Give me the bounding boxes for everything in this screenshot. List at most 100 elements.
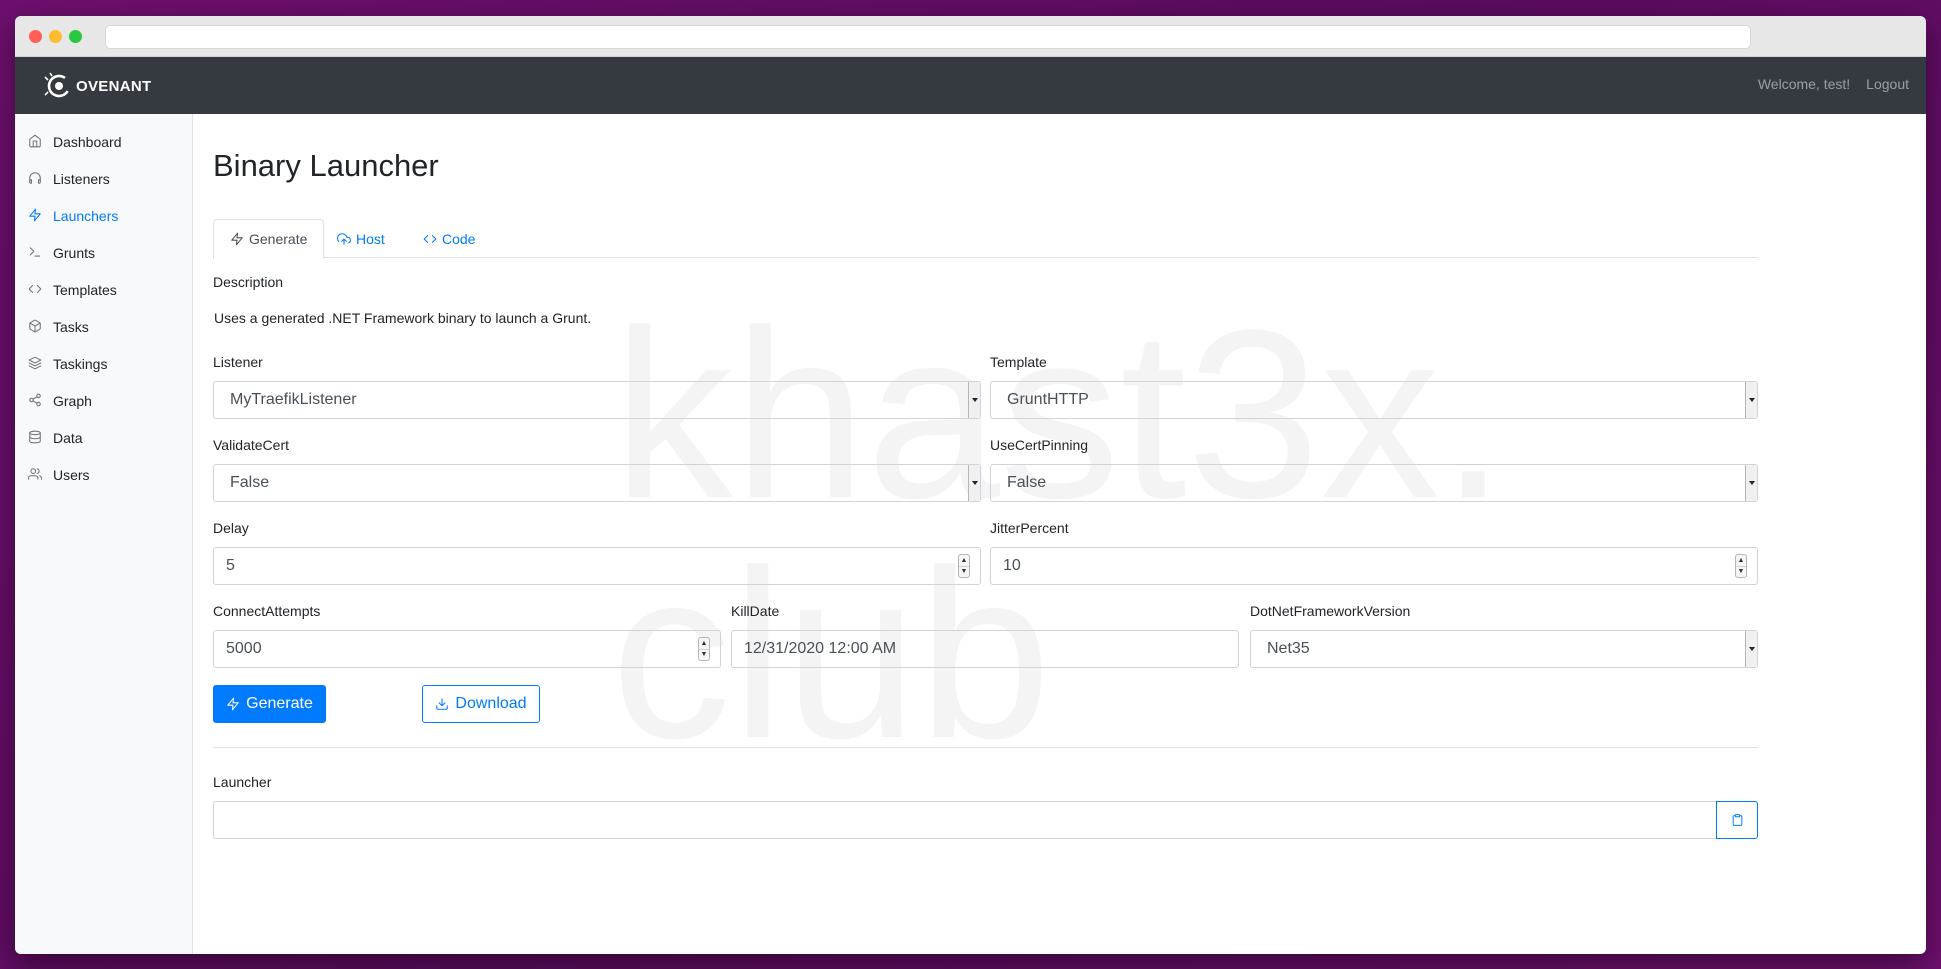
description-text: Uses a generated .NET Framework binary t… bbox=[214, 310, 592, 326]
number-spinner[interactable]: ▲ ▼ bbox=[958, 554, 970, 578]
code-icon bbox=[28, 282, 44, 298]
tab-label: Code bbox=[442, 230, 476, 247]
chevron-down-icon bbox=[968, 382, 980, 418]
validate-cert-select[interactable]: False bbox=[213, 464, 981, 502]
zap-icon bbox=[227, 697, 239, 711]
download-icon bbox=[436, 698, 449, 710]
code-icon bbox=[423, 234, 437, 243]
launcher-tabs: Generate Host Code bbox=[213, 219, 1758, 259]
zap-icon bbox=[28, 208, 44, 224]
generate-button[interactable]: Generate bbox=[213, 685, 326, 723]
sidebar-item-tasks[interactable]: Tasks bbox=[15, 308, 192, 345]
use-cert-pinning-value: False bbox=[1007, 474, 1047, 491]
browser-window: OVENANT Welcome, test! Logout Dashboard … bbox=[15, 16, 1926, 954]
page-title: Binary Launcher bbox=[213, 148, 439, 183]
sidebar-item-label: Templates bbox=[53, 281, 117, 298]
tab-code[interactable]: Code bbox=[407, 219, 491, 258]
sidebar-item-listeners[interactable]: Listeners bbox=[15, 160, 192, 197]
template-select[interactable]: GruntHTTP bbox=[990, 381, 1758, 419]
jitter-percent-label: JitterPercent bbox=[990, 520, 1069, 536]
terminal-icon bbox=[28, 245, 44, 261]
database-icon bbox=[28, 430, 44, 446]
sidebar-item-grunts[interactable]: Grunts bbox=[15, 234, 192, 271]
cloud-upload-icon bbox=[337, 232, 351, 245]
sidebar-item-label: Grunts bbox=[53, 244, 96, 261]
sidebar-item-label: Taskings bbox=[53, 355, 108, 372]
chevron-down-icon bbox=[1745, 631, 1757, 667]
home-icon bbox=[28, 134, 44, 150]
number-spinner[interactable]: ▲ ▼ bbox=[1735, 554, 1747, 578]
listener-value: MyTraefikListener bbox=[230, 391, 357, 408]
layers-icon bbox=[28, 356, 44, 372]
template-value: GruntHTTP bbox=[1007, 391, 1089, 408]
sidebar-item-taskings[interactable]: Taskings bbox=[15, 345, 192, 382]
validate-cert-label: ValidateCert bbox=[213, 437, 290, 453]
kill-date-label: KillDate bbox=[731, 603, 780, 619]
share-icon bbox=[28, 393, 44, 409]
listener-select[interactable]: MyTraefikListener bbox=[213, 381, 981, 419]
connect-attempts-label: ConnectAttempts bbox=[213, 603, 321, 619]
launcher-label: Launcher bbox=[213, 774, 272, 790]
jitter-percent-input[interactable]: 10 ▲ ▼ bbox=[990, 547, 1758, 585]
brand[interactable]: OVENANT bbox=[44, 71, 151, 101]
sidebar-item-data[interactable]: Data bbox=[15, 419, 192, 456]
kill-date-value: 12/31/2020 12:00 AM bbox=[744, 640, 897, 657]
brand-text: OVENANT bbox=[76, 77, 152, 95]
jitter-percent-value: 10 bbox=[1003, 557, 1021, 574]
covenant-logo-icon bbox=[44, 72, 71, 98]
delay-label: Delay bbox=[213, 520, 249, 536]
logout-link[interactable]: Logout bbox=[1866, 76, 1909, 92]
welcome-text: Welcome, test! bbox=[1757, 76, 1851, 92]
sidebar-item-label: Graph bbox=[53, 392, 92, 409]
delay-input[interactable]: 5 ▲ ▼ bbox=[213, 547, 981, 585]
dotnet-version-select[interactable]: Net35 bbox=[1250, 630, 1758, 668]
sidebar-item-launchers[interactable]: Launchers bbox=[15, 197, 192, 234]
listener-label: Listener bbox=[213, 354, 263, 370]
sidebar-item-label: Listeners bbox=[53, 170, 110, 187]
tab-generate[interactable]: Generate bbox=[213, 219, 325, 259]
use-cert-pinning-label: UseCertPinning bbox=[990, 437, 1089, 453]
sidebar-item-templates[interactable]: Templates bbox=[15, 271, 192, 308]
sidebar-item-label: Tasks bbox=[53, 318, 89, 335]
tab-host[interactable]: Host bbox=[321, 219, 401, 258]
sidebar-item-label: Data bbox=[53, 429, 83, 446]
tab-label: Host bbox=[356, 230, 385, 247]
sidebar-item-dashboard[interactable]: Dashboard bbox=[15, 123, 192, 160]
zap-icon bbox=[231, 232, 243, 246]
sidebar-item-label: Launchers bbox=[53, 207, 119, 224]
close-window-button[interactable] bbox=[29, 30, 42, 43]
main-content: khast3x. club Binary Launcher Generate H… bbox=[213, 114, 1774, 954]
template-label: Template bbox=[990, 354, 1047, 370]
sidebar-item-label: Users bbox=[53, 466, 90, 483]
kill-date-input[interactable]: 12/31/2020 12:00 AM bbox=[731, 630, 1239, 668]
chevron-down-icon bbox=[1745, 465, 1757, 501]
users-icon bbox=[28, 467, 44, 483]
connect-attempts-value: 5000 bbox=[226, 640, 262, 657]
top-navbar: OVENANT Welcome, test! Logout bbox=[15, 57, 1926, 114]
dotnet-version-label: DotNetFrameworkVersion bbox=[1250, 603, 1411, 619]
browser-chrome bbox=[15, 16, 1926, 57]
download-button[interactable]: Download bbox=[422, 685, 540, 723]
chevron-down-icon bbox=[1745, 382, 1757, 418]
box-icon bbox=[28, 319, 44, 335]
validate-cert-value: False bbox=[230, 474, 270, 491]
sidebar-item-label: Dashboard bbox=[53, 133, 122, 150]
section-divider bbox=[213, 747, 1758, 748]
sidebar: Dashboard Listeners Launchers Grunts Tem… bbox=[15, 114, 193, 954]
launcher-output-field[interactable] bbox=[213, 801, 1717, 839]
chevron-down-icon bbox=[968, 465, 980, 501]
sidebar-item-users[interactable]: Users bbox=[15, 456, 192, 493]
download-button-label: Download bbox=[455, 695, 527, 712]
use-cert-pinning-select[interactable]: False bbox=[990, 464, 1758, 502]
description-label: Description bbox=[213, 274, 284, 290]
headphones-icon bbox=[28, 171, 44, 187]
clipboard-icon bbox=[1732, 814, 1742, 826]
maximize-window-button[interactable] bbox=[69, 30, 82, 43]
delay-value: 5 bbox=[226, 557, 235, 574]
address-bar[interactable] bbox=[105, 25, 1751, 49]
connect-attempts-input[interactable]: 5000 ▲ ▼ bbox=[213, 630, 721, 668]
copy-to-clipboard-button[interactable] bbox=[1716, 801, 1758, 839]
number-spinner[interactable]: ▲ ▼ bbox=[698, 637, 710, 661]
sidebar-item-graph[interactable]: Graph bbox=[15, 382, 192, 419]
minimize-window-button[interactable] bbox=[49, 30, 62, 43]
